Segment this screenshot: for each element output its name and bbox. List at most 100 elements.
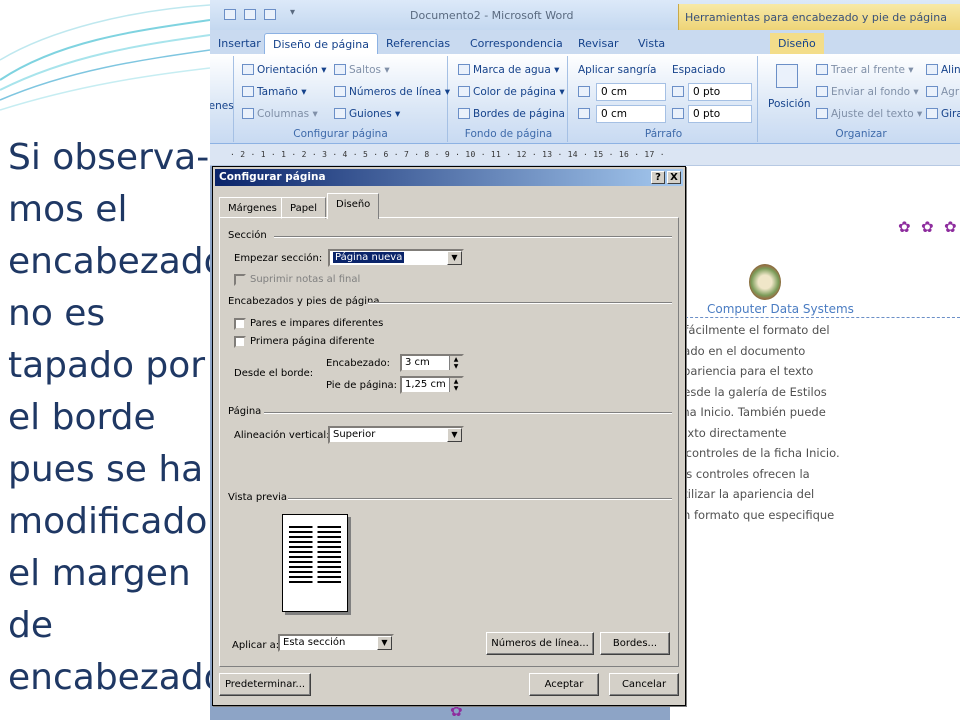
indent-right-icon [578, 108, 590, 119]
customize-toolbar-icon[interactable]: ▾ [290, 7, 295, 18]
body-line: los controles ofrecen la [676, 466, 810, 481]
line-numbers-icon [334, 86, 346, 97]
columns-icon [242, 108, 254, 119]
spacing-before-input[interactable]: 0 pto [688, 83, 752, 101]
ribbon-tabs: Insertar Diseño de página Referencias Co… [210, 30, 960, 54]
aplicar-a-label: Aplicar a: [232, 640, 280, 651]
group-margenes: genes [210, 56, 234, 142]
bordes-pagina-button[interactable]: Bordes de página [458, 108, 565, 120]
indent-right-input[interactable]: 0 cm [596, 105, 666, 123]
slide-text-line: tapado por [8, 345, 206, 386]
print-preview-icon[interactable] [244, 9, 256, 20]
send-back-icon [816, 86, 828, 97]
pie-pagina-spinner[interactable]: 1,25 cm ▲ ▼ [400, 376, 464, 394]
bring-front-icon [816, 64, 828, 75]
flower-border-icon: ✿ [944, 218, 957, 236]
tab-correspondencia[interactable]: Correspondencia [462, 33, 571, 54]
undo-icon[interactable] [264, 9, 276, 20]
pares-impares-label: Pares e impares diferentes [250, 318, 384, 329]
predeterminar-button[interactable]: Predeterminar... [219, 673, 311, 696]
align-icon [926, 64, 938, 75]
tab-diseno-pagina[interactable]: Diseño de página [264, 33, 378, 54]
vista-previa-heading: Vista previa [228, 492, 288, 503]
group-label: Párrafo [644, 128, 683, 140]
page-setup-dialog: Configurar página ? X Márgenes Papel Dis… [212, 166, 686, 706]
context-tools-label: Herramientas para encabezado y pie de pá… [678, 4, 960, 30]
encabezado-label: Encabezado: [326, 358, 390, 369]
pares-impares-checkbox[interactable] [234, 318, 246, 330]
page-borders-icon [458, 108, 470, 119]
columnas-button[interactable]: Columnas ▾ [242, 108, 318, 120]
slide-background: Si observa- mos el encabezado no es tapa… [0, 0, 210, 720]
dialog-title-bar[interactable]: Configurar página ? X [215, 169, 683, 186]
hyphenation-icon [334, 108, 346, 119]
body-line: cha Inicio. También puede [676, 405, 826, 419]
group-icon [926, 86, 938, 97]
aplicar-a-select[interactable]: Esta sección ▼ [278, 634, 394, 652]
watermark-icon [458, 64, 470, 75]
sangria-heading: Aplicar sangría [578, 64, 657, 76]
orientacion-button[interactable]: Orientación ▾ [242, 64, 327, 76]
color-pagina-button[interactable]: Color de página ▾ [458, 86, 565, 98]
guiones-button[interactable]: Guiones ▾ [334, 108, 400, 120]
saltos-button[interactable]: Saltos ▾ [334, 64, 390, 76]
posicion-button[interactable]: Posición [768, 98, 811, 110]
primera-pagina-checkbox[interactable] [234, 336, 246, 348]
ribbon: genes Orientación ▾ Tamaño ▾ Columnas ▾ … [210, 54, 960, 144]
help-button[interactable]: ? [651, 171, 665, 184]
encabezado-spinner[interactable]: 3 cm ▲ ▼ [400, 354, 464, 372]
cancelar-button[interactable]: Cancelar [609, 673, 679, 696]
traer-frente-button[interactable]: Traer al frente ▾ [816, 64, 914, 76]
alinear-button[interactable]: Alin [926, 64, 960, 76]
indent-left-input[interactable]: 0 cm [596, 83, 666, 101]
tamano-button[interactable]: Tamaño ▾ [242, 86, 306, 98]
document-body-text: r fácilmente el formato del nado en el d… [676, 320, 840, 525]
ajuste-texto-button[interactable]: Ajuste del texto ▾ [816, 108, 922, 120]
girar-button[interactable]: Gira [926, 108, 960, 120]
new-doc-icon[interactable] [224, 9, 236, 20]
empezar-seccion-label: Empezar sección: [234, 253, 323, 264]
aceptar-button[interactable]: Aceptar [529, 673, 599, 696]
body-line: r fácilmente el formato del [676, 323, 830, 337]
horizontal-ruler[interactable]: · 2 · 1 · 1 · 2 · 3 · 4 · 5 · 6 · 7 · 8 … [210, 144, 960, 166]
spin-arrows-icon[interactable]: ▲ ▼ [449, 378, 462, 392]
body-line: s controles de la ficha Inicio. [676, 446, 840, 460]
tab-insertar[interactable]: Insertar [210, 33, 269, 54]
slide-text-line: modificado [8, 501, 208, 542]
numeros-linea-button[interactable]: Números de línea ▾ [334, 86, 450, 98]
suprimir-notas-checkbox[interactable] [234, 274, 246, 286]
separator [264, 412, 672, 414]
spin-arrows-icon[interactable]: ▲ ▼ [449, 356, 462, 370]
empezar-seccion-select[interactable]: Página nueva ▼ [328, 249, 464, 267]
enviar-fondo-button[interactable]: Enviar al fondo ▾ [816, 86, 919, 98]
body-line: nado en el documento [676, 343, 806, 358]
tab-diseno[interactable]: Diseño [327, 193, 380, 219]
group-fondo-pagina: Marca de agua ▾ Color de página ▾ Bordes… [450, 56, 568, 142]
window-title: Documento2 - Microsoft Word [410, 9, 574, 22]
agrupar-button[interactable]: Agr [926, 86, 959, 98]
pagina-heading: Página [228, 406, 262, 417]
tab-margenes[interactable]: Márgenes [219, 197, 286, 219]
tab-diseno-encabezado[interactable]: Diseño [770, 33, 824, 54]
numeros-linea-button[interactable]: Números de línea... [486, 632, 594, 655]
tab-referencias[interactable]: Referencias [378, 33, 458, 54]
bordes-button[interactable]: Bordes... [600, 632, 670, 655]
body-line: desde la galería de Estilos [676, 384, 827, 399]
tab-papel[interactable]: Papel [281, 197, 326, 219]
slide-text-line: el borde [8, 397, 156, 438]
title-bar: ▾ Documento2 - Microsoft Word Herramient… [210, 0, 960, 30]
body-line: apariencia para el texto [676, 364, 814, 378]
alineacion-vertical-select[interactable]: Superior ▼ [328, 426, 464, 444]
breaks-icon [334, 64, 346, 75]
tab-vista[interactable]: Vista [630, 33, 673, 54]
tab-revisar[interactable]: Revisar [570, 33, 626, 54]
body-line: an formato que especifique [676, 507, 835, 522]
margenes-button[interactable]: genes [210, 100, 234, 112]
marca-agua-button[interactable]: Marca de agua ▾ [458, 64, 559, 76]
text-wrap-icon [816, 108, 828, 119]
spacing-after-input[interactable]: 0 pto [688, 105, 752, 123]
company-logo [749, 264, 781, 300]
close-button[interactable]: X [667, 171, 681, 184]
indent-left-icon [578, 86, 590, 97]
separator [288, 498, 672, 500]
